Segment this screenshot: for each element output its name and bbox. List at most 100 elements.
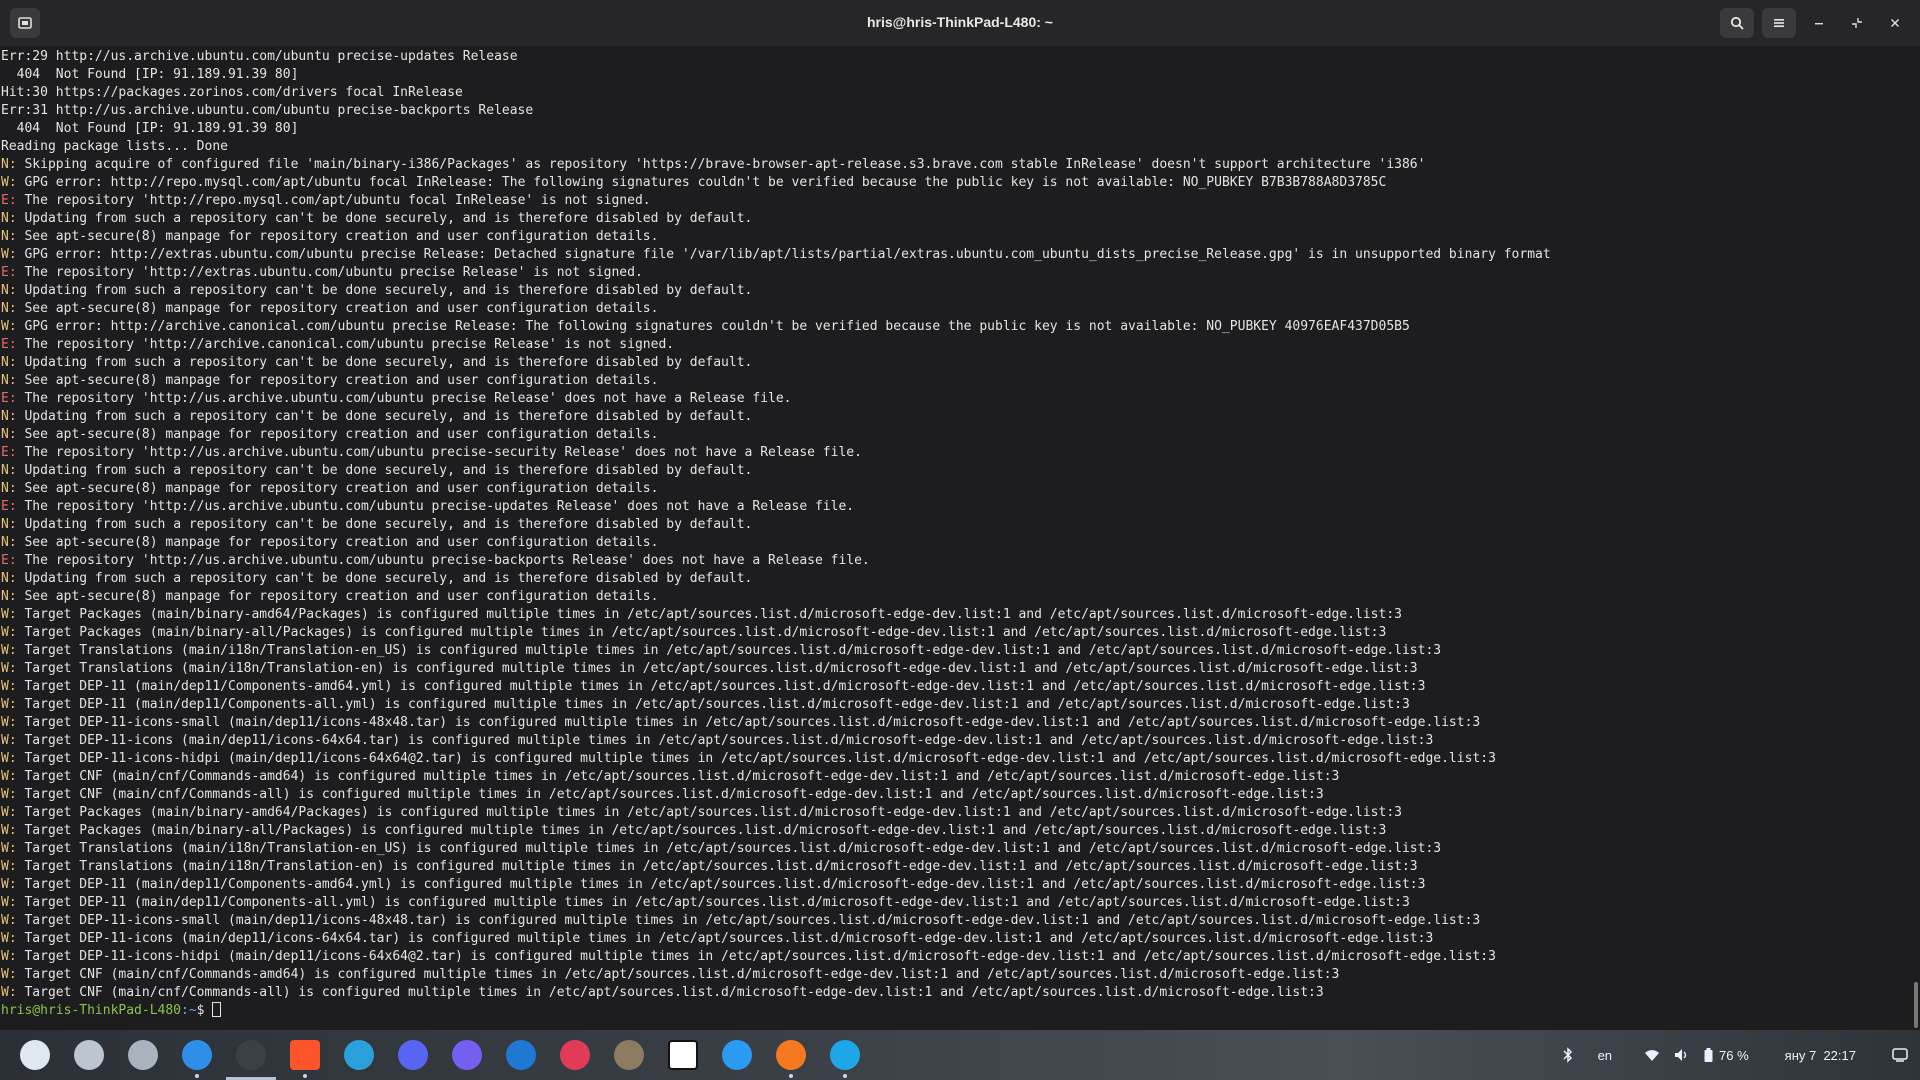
line-prefix: W:	[1, 607, 17, 622]
prompt-line[interactable]: hris@hris-ThinkPad-L480:~$	[1, 1002, 1551, 1020]
bluetooth-icon[interactable]	[1562, 1047, 1574, 1063]
battery-indicator[interactable]: 76 %	[1704, 1048, 1749, 1063]
photos-launcher[interactable]	[548, 1030, 602, 1080]
line-text: GPG error: http://archive.canonical.com/…	[16, 319, 1410, 334]
line-prefix: E:	[1, 553, 17, 568]
line-prefix: N:	[1, 571, 17, 586]
notifications-button[interactable]	[1892, 1048, 1908, 1062]
line-prefix: W:	[1, 823, 17, 838]
line-text: The repository 'http://us.archive.ubuntu…	[16, 499, 855, 514]
terminal-line: N: Updating from such a repository can't…	[1, 210, 1551, 228]
terminal-line: W: Target Packages (main/binary-all/Pack…	[1, 624, 1551, 642]
line-text: Target DEP-11-icons-hidpi (main/dep11/ic…	[16, 949, 1496, 964]
telegram-launcher[interactable]	[332, 1030, 386, 1080]
line-prefix: W:	[1, 679, 17, 694]
notion-icon	[668, 1040, 698, 1070]
files-launcher[interactable]	[62, 1030, 116, 1080]
terminal-line: N: See apt-secure(8) manpage for reposit…	[1, 534, 1551, 552]
line-text: Target CNF (main/cnf/Commands-all) is co…	[16, 985, 1324, 1000]
line-prefix: N:	[1, 355, 17, 370]
terminal-line: W: Target Packages (main/binary-amd64/Pa…	[1, 606, 1551, 624]
running-indicator	[303, 1074, 307, 1078]
terminal-line: E: The repository 'http://extras.ubuntu.…	[1, 264, 1551, 282]
vscode-launcher[interactable]	[710, 1030, 764, 1080]
terminal-line: N: Updating from such a repository can't…	[1, 282, 1551, 300]
line-text: See apt-secure(8) manpage for repository…	[16, 427, 659, 442]
wifi-icon[interactable]	[1644, 1048, 1660, 1062]
line-prefix: W:	[1, 967, 17, 982]
terminal-line: N: See apt-secure(8) manpage for reposit…	[1, 228, 1551, 246]
zorin-menu-icon	[20, 1040, 50, 1070]
terminal-scrollbar[interactable]	[1914, 982, 1918, 1028]
line-prefix: N:	[1, 229, 17, 244]
terminal-line: E: The repository 'http://us.archive.ubu…	[1, 498, 1551, 516]
line-prefix: N:	[1, 373, 17, 388]
clock[interactable]: яну 7 22:17	[1785, 1048, 1856, 1063]
zorin-menu-launcher[interactable]	[8, 1030, 62, 1080]
terminal-line: W: GPG error: http://extras.ubuntu.com/u…	[1, 246, 1551, 264]
vscode-icon	[722, 1040, 752, 1070]
minimize-button[interactable]	[1804, 8, 1834, 38]
terminal-line: W: Target DEP-11-icons-small (main/dep11…	[1, 714, 1551, 732]
line-text: Target Packages (main/binary-all/Package…	[16, 625, 1387, 640]
notion-launcher[interactable]	[656, 1030, 710, 1080]
terminal-line: 404 Not Found [IP: 91.189.91.39 80]	[1, 66, 1551, 84]
viber-launcher[interactable]	[440, 1030, 494, 1080]
terminal-output[interactable]: Err:29 http://us.archive.ubuntu.com/ubun…	[0, 46, 1920, 1030]
line-prefix: E:	[1, 193, 17, 208]
line-text: Updating from such a repository can't be…	[16, 283, 753, 298]
gimp-launcher[interactable]	[602, 1030, 656, 1080]
system-tray[interactable]: en 76 % яну 7 22:17	[1562, 1030, 1908, 1080]
text-cursor	[212, 1002, 222, 1017]
line-prefix: W:	[1, 715, 17, 730]
terminal-line: W: Target Translations (main/i18n/Transl…	[1, 858, 1551, 876]
line-text: Target Translations (main/i18n/Translati…	[16, 643, 1442, 658]
line-prefix: W:	[1, 841, 17, 856]
download-launcher[interactable]	[818, 1030, 872, 1080]
close-button[interactable]	[1880, 8, 1910, 38]
brave-launcher[interactable]	[278, 1030, 332, 1080]
terminal-launcher[interactable]	[224, 1030, 278, 1080]
discord-launcher[interactable]	[386, 1030, 440, 1080]
sync-launcher[interactable]	[764, 1030, 818, 1080]
terminal-line: E: The repository 'http://repo.mysql.com…	[1, 192, 1551, 210]
download-icon	[830, 1040, 860, 1070]
line-text: Updating from such a repository can't be…	[16, 517, 753, 532]
trello-launcher[interactable]	[494, 1030, 548, 1080]
line-prefix: N:	[1, 517, 17, 532]
line-prefix: E:	[1, 337, 17, 352]
terminal-line: Err:31 http://us.archive.ubuntu.com/ubun…	[1, 102, 1551, 120]
search-button[interactable]	[1720, 8, 1754, 38]
taskbar: en 76 % яну 7 22:17	[0, 1030, 1920, 1080]
line-text: Target DEP-11 (main/dep11/Components-all…	[16, 697, 1410, 712]
new-tab-button[interactable]	[10, 8, 40, 38]
line-text: Target Translations (main/i18n/Translati…	[16, 661, 1418, 676]
terminal-line: E: The repository 'http://archive.canoni…	[1, 336, 1551, 354]
line-prefix: W:	[1, 175, 17, 190]
restore-button[interactable]	[1842, 8, 1872, 38]
line-prefix: W:	[1, 931, 17, 946]
line-text: Target DEP-11 (main/dep11/Components-amd…	[16, 679, 1426, 694]
terminal-line: E: The repository 'http://us.archive.ubu…	[1, 444, 1551, 462]
keyboard-language[interactable]: en	[1598, 1048, 1612, 1063]
line-prefix: W:	[1, 769, 17, 784]
gimp-icon	[614, 1040, 644, 1070]
menu-button[interactable]	[1762, 8, 1796, 38]
prompt-user-host: hris@hris-ThinkPad-L480	[1, 1003, 182, 1018]
terminal-line: W: Target Translations (main/i18n/Transl…	[1, 660, 1551, 678]
terminal-line: Hit:30 https://packages.zorinos.com/driv…	[1, 84, 1551, 102]
running-indicator	[195, 1074, 199, 1078]
software-store-launcher[interactable]	[170, 1030, 224, 1080]
hamburger-menu-icon	[1774, 19, 1784, 27]
line-prefix: N:	[1, 409, 17, 424]
line-text: The repository 'http://us.archive.ubuntu…	[16, 391, 792, 406]
taskbar-apps	[8, 1030, 872, 1080]
terminal-line: Reading package lists... Done	[1, 138, 1551, 156]
terminal-line: W: Target CNF (main/cnf/Commands-amd64) …	[1, 768, 1551, 786]
line-text: Updating from such a repository can't be…	[16, 571, 753, 586]
volume-icon[interactable]	[1674, 1048, 1690, 1062]
line-text: See apt-secure(8) manpage for repository…	[16, 301, 659, 316]
line-text: The repository 'http://us.archive.ubuntu…	[16, 445, 862, 460]
file-manager-launcher[interactable]	[116, 1030, 170, 1080]
line-text: Target DEP-11-icons-small (main/dep11/ic…	[16, 715, 1481, 730]
